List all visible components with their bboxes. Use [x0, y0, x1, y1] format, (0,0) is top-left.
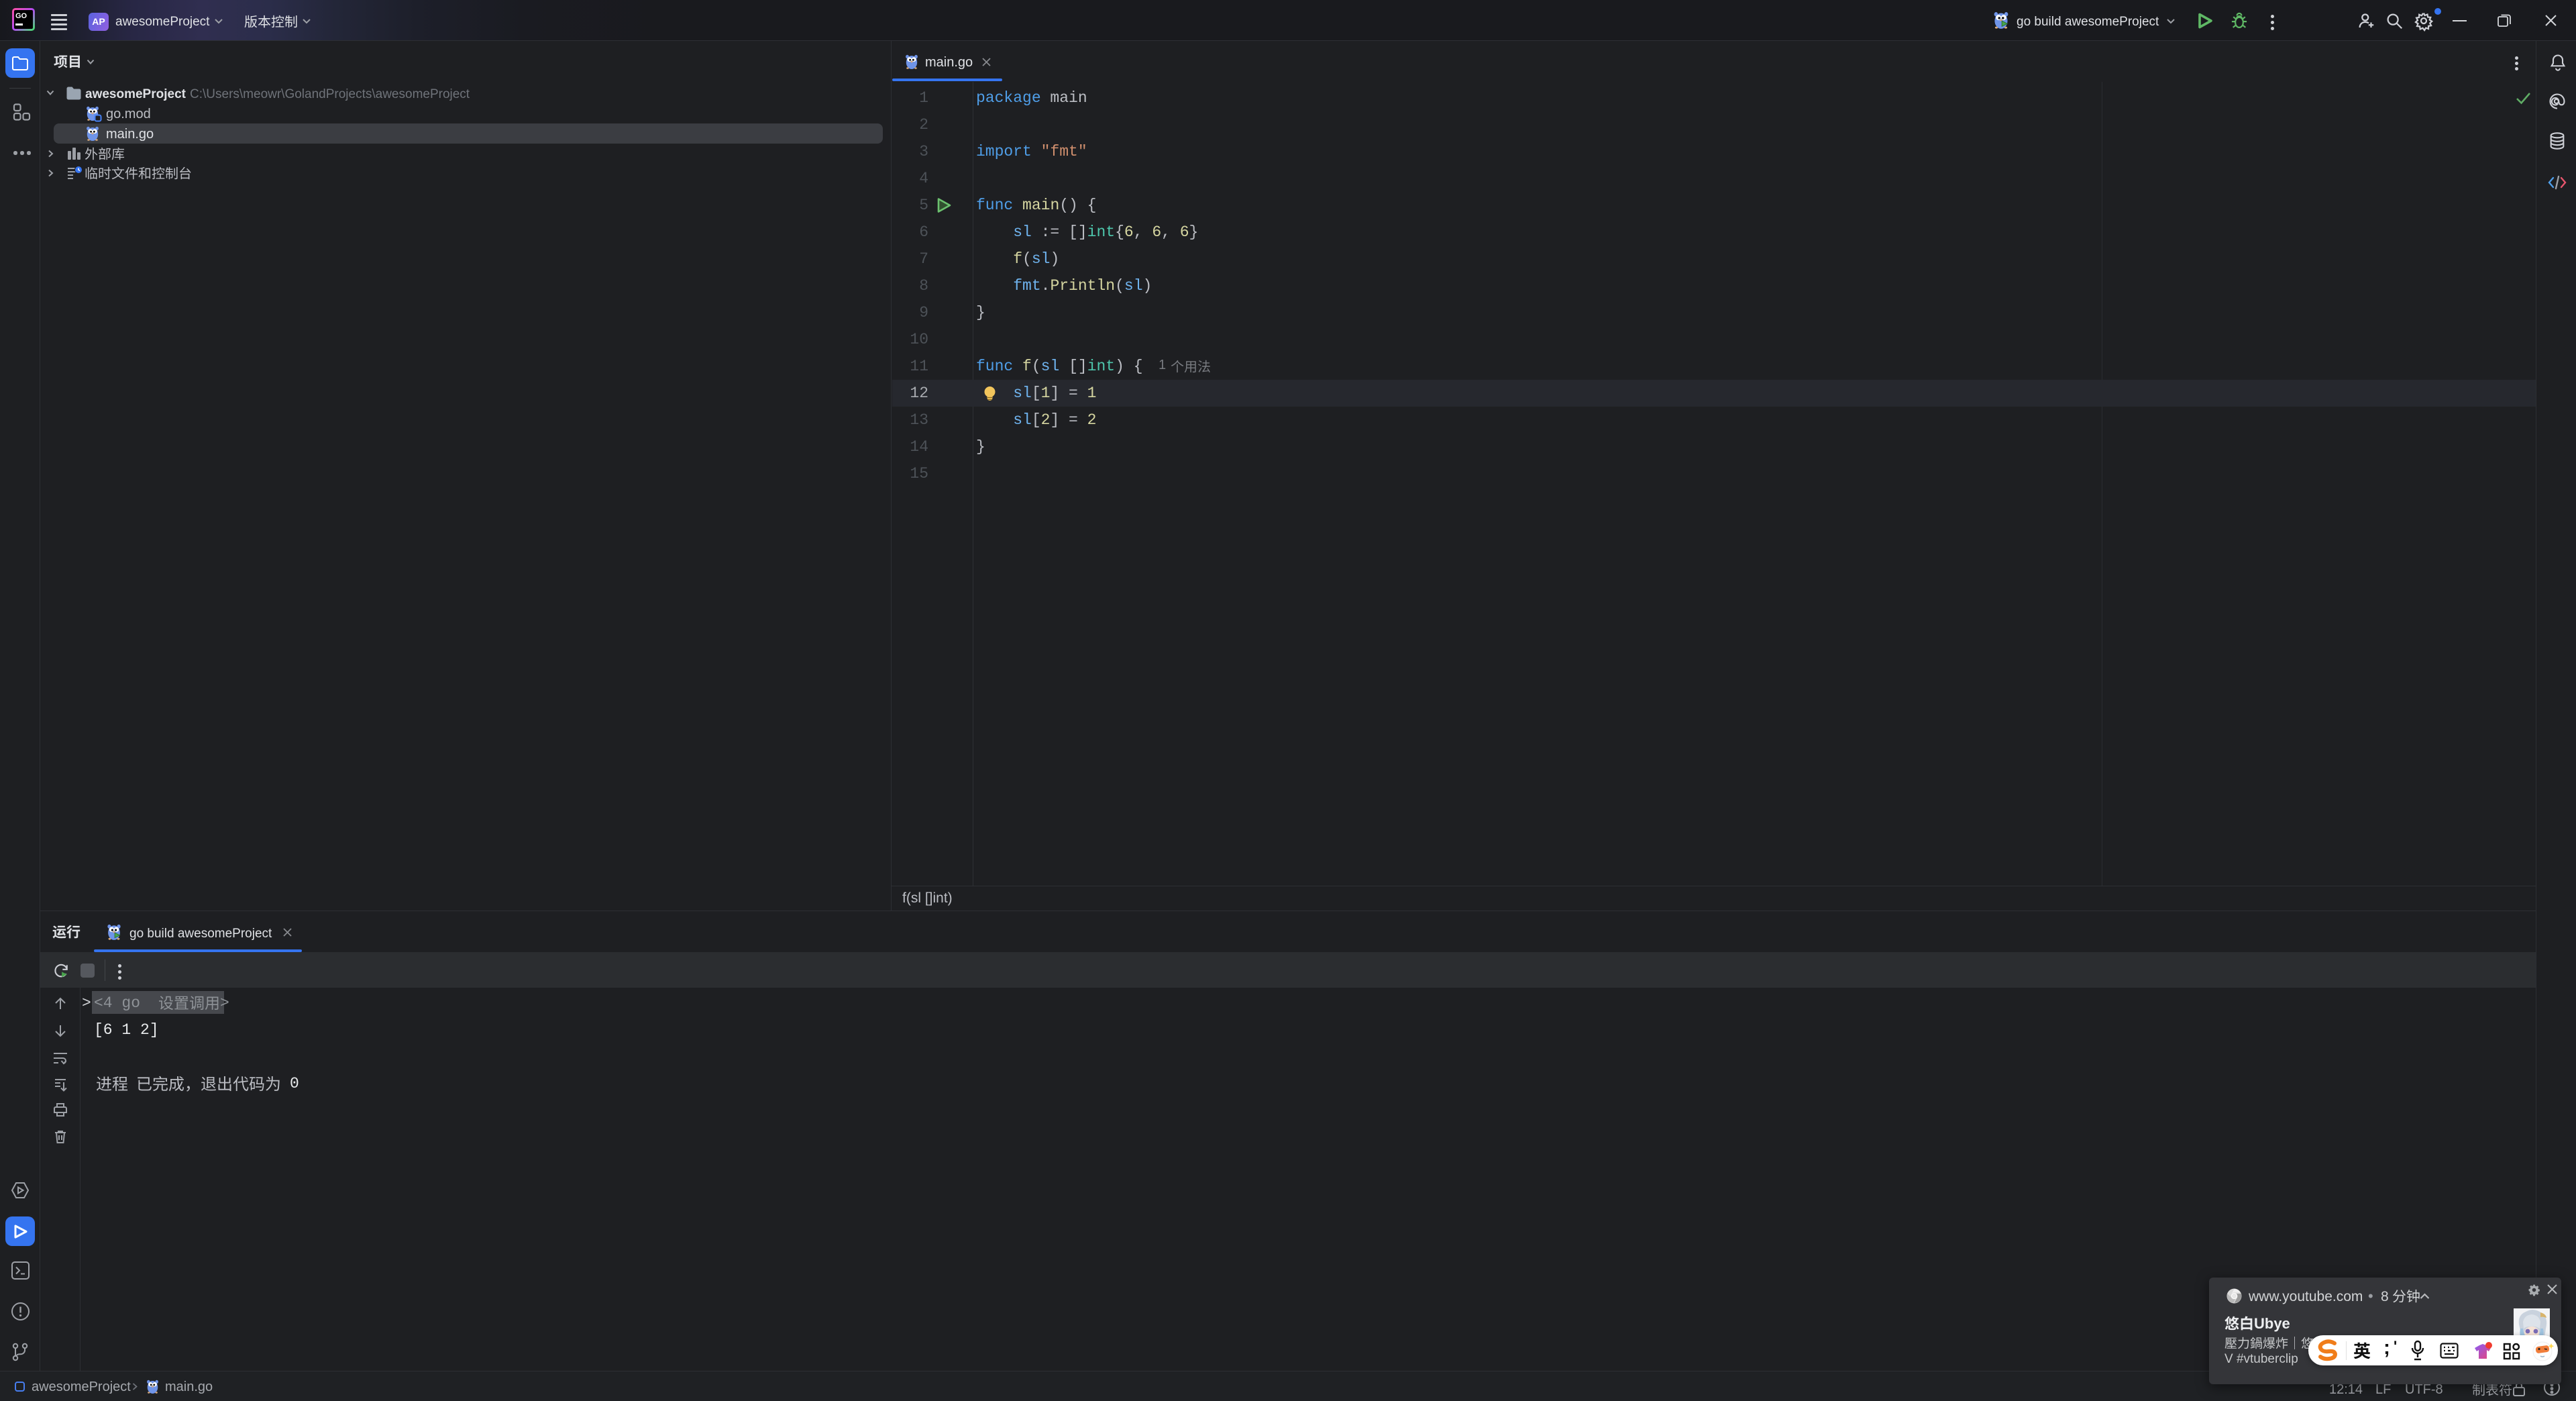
svg-text:GO: GO — [15, 12, 28, 20]
